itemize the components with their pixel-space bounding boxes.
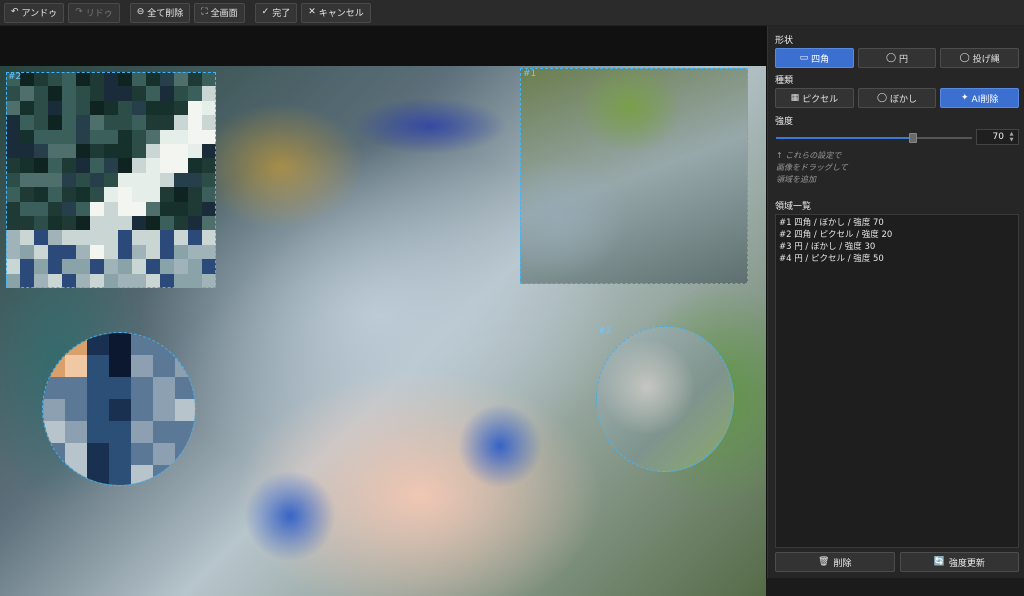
redo-button[interactable]: ↷ リドゥ xyxy=(68,2,120,23)
list-item[interactable]: #3 円 / ぼかし / 強度 30 xyxy=(779,241,1015,253)
redo-label: リドゥ xyxy=(85,9,113,19)
pixelate-circle-region xyxy=(43,333,195,485)
region-3-label: #3 xyxy=(598,326,612,336)
cancel-button[interactable]: ✕ キャンセル xyxy=(301,2,371,23)
strength-spinbox[interactable]: 70 ▲ ▼ xyxy=(976,129,1019,145)
toolbar: ↶ アンドゥ ↷ リドゥ ⊖ 全て削除 ⛶ 全画面 ✓ 完了 ✕ キャンセル xyxy=(0,0,1024,26)
refresh-icon: 🔄 xyxy=(933,556,945,567)
shape-selector: ▭ 四角 ◯ 円 ◯ 投げ縄 xyxy=(775,48,1020,68)
done-label: 完了 xyxy=(272,9,291,19)
edited-image[interactable]: #2 #1 #3 xyxy=(0,66,766,596)
close-icon: ✕ xyxy=(308,7,316,17)
fullscreen-label: 全画面 xyxy=(210,9,238,19)
check-icon: ✓ xyxy=(261,7,270,17)
delete-region-label: 削除 xyxy=(833,558,852,569)
type-pixelate-label: ピクセル xyxy=(802,94,839,105)
type-selector: ▦ ピクセル ◯ ぼかし ✦ AI削除 xyxy=(775,88,1020,108)
bottom-actions: 🗑 削除 🔄 強度更新 xyxy=(775,552,1019,572)
spin-arrows-icon[interactable]: ▲ ▼ xyxy=(1006,131,1017,143)
region-1-selection[interactable] xyxy=(520,68,748,284)
shape-title: 形状 xyxy=(775,36,794,46)
canvas-area[interactable]: #2 #1 #3 xyxy=(0,26,767,596)
hint-line-2: 画像をドラッグして xyxy=(776,163,848,172)
settings-panel: 形状 ▭ 四角 ◯ 円 ◯ 投げ縄 種類 ▦ ピクセル ◯ ぼかし ✦ AI削除 強度 70… xyxy=(767,26,1024,578)
strength-value: 70 xyxy=(992,132,1004,142)
strength-title: 強度 xyxy=(775,117,794,127)
region-1-label: #1 xyxy=(523,69,537,79)
delete-all-icon: ⊖ xyxy=(136,7,145,17)
type-ai-remove-button[interactable]: ✦ AI削除 xyxy=(940,88,1020,108)
region-list-title: 領域一覧 xyxy=(775,202,812,212)
undo-label: アンドゥ xyxy=(21,9,58,19)
type-blur-label: ぼかし xyxy=(890,94,918,105)
update-strength-label: 強度更新 xyxy=(948,558,985,569)
list-item[interactable]: #4 円 / ピクセル / 強度 50 xyxy=(779,253,1015,265)
fullscreen-icon: ⛶ xyxy=(201,7,208,17)
slider-fill xyxy=(776,137,914,139)
blur-icon: ◯ xyxy=(876,92,888,103)
sparkle-icon: ✦ xyxy=(961,92,969,103)
cancel-label: キャンセル xyxy=(318,9,364,19)
undo-button[interactable]: ↶ アンドゥ xyxy=(4,2,65,23)
shape-rect-button[interactable]: ▭ 四角 xyxy=(775,48,854,68)
hint-line-3: 領域を追加 xyxy=(776,175,816,184)
circle-icon: ◯ xyxy=(885,52,897,63)
region-2-selection[interactable] xyxy=(6,72,216,288)
type-pixelate-button[interactable]: ▦ ピクセル xyxy=(775,88,854,108)
shape-rect-label: 四角 xyxy=(811,54,830,65)
region-3-selection[interactable] xyxy=(596,326,734,472)
rectangle-icon: ▭ xyxy=(799,52,809,63)
list-item[interactable]: #2 四角 / ピクセル / 強度 20 xyxy=(779,229,1015,241)
update-strength-button[interactable]: 🔄 強度更新 xyxy=(899,552,1019,572)
region-2-label: #2 xyxy=(8,72,22,82)
redo-icon: ↷ xyxy=(75,7,83,17)
shape-lasso-label: 投げ縄 xyxy=(972,54,1000,65)
region-4-selection[interactable] xyxy=(42,332,196,486)
hint-text: ↑ これらの設定で 画像をドラッグして 領域を追加 xyxy=(776,150,926,186)
lasso-icon: ◯ xyxy=(959,52,970,63)
delete-all-button[interactable]: ⊖ 全て削除 xyxy=(129,2,191,23)
slider-thumb[interactable] xyxy=(909,133,918,143)
shape-lasso-button[interactable]: ◯ 投げ縄 xyxy=(940,48,1020,68)
undo-icon: ↶ xyxy=(11,7,19,17)
type-title: 種類 xyxy=(775,76,794,86)
delete-region-button[interactable]: 🗑 削除 xyxy=(775,552,895,572)
strength-slider[interactable] xyxy=(776,133,972,143)
trash-icon: 🗑 xyxy=(818,556,830,567)
hint-line-1: ↑ これらの設定で xyxy=(776,151,842,160)
done-button[interactable]: ✓ 完了 xyxy=(254,2,298,23)
fullscreen-button[interactable]: ⛶ 全画面 xyxy=(194,2,245,23)
region-list[interactable]: #1 四角 / ぼかし / 強度 70 #2 四角 / ピクセル / 強度 20… xyxy=(775,214,1019,548)
type-ai-remove-label: AI削除 xyxy=(971,94,999,105)
delete-all-label: 全て削除 xyxy=(147,9,184,19)
list-item[interactable]: #1 四角 / ぼかし / 強度 70 xyxy=(779,217,1015,229)
shape-circle-label: 円 xyxy=(899,54,909,65)
type-blur-button[interactable]: ◯ ぼかし xyxy=(857,88,937,108)
pixel-grid-icon: ▦ xyxy=(790,92,800,103)
shape-circle-button[interactable]: ◯ 円 xyxy=(857,48,937,68)
